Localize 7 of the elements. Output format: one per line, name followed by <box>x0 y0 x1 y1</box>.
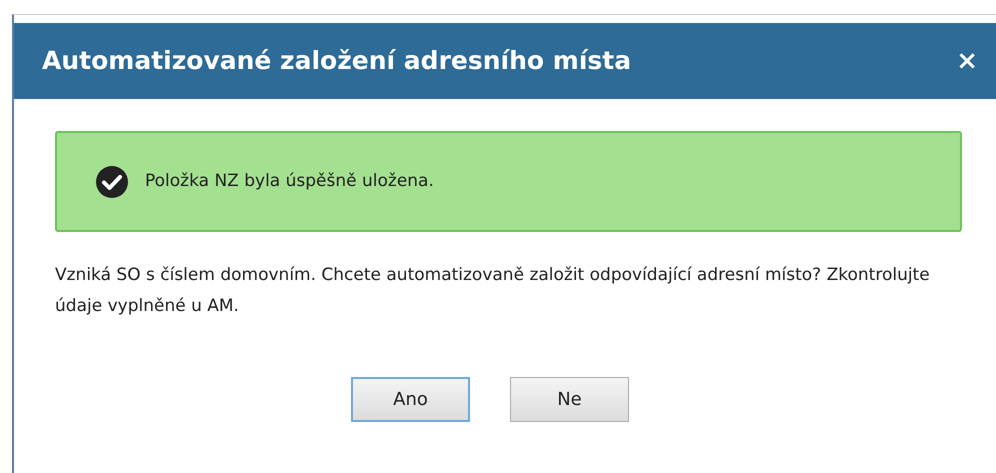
dialog-button[interactable]: Ne <box>510 377 629 422</box>
dialog-message: Vzniká SO s číslem domovním. Chcete automatizovaně založit odpovídající adresní místo? Zkontrolujte údaje vyplněné u AM. <box>55 264 931 318</box>
check-circle-icon <box>95 164 129 198</box>
dialog-button[interactable]: Ano <box>351 377 470 422</box>
alert-message: Položka NZ byla úspěšně uložena. <box>145 170 434 193</box>
dialog-title: Automatizované založení adresního místa <box>42 45 632 78</box>
close-button[interactable]: × <box>938 42 996 80</box>
